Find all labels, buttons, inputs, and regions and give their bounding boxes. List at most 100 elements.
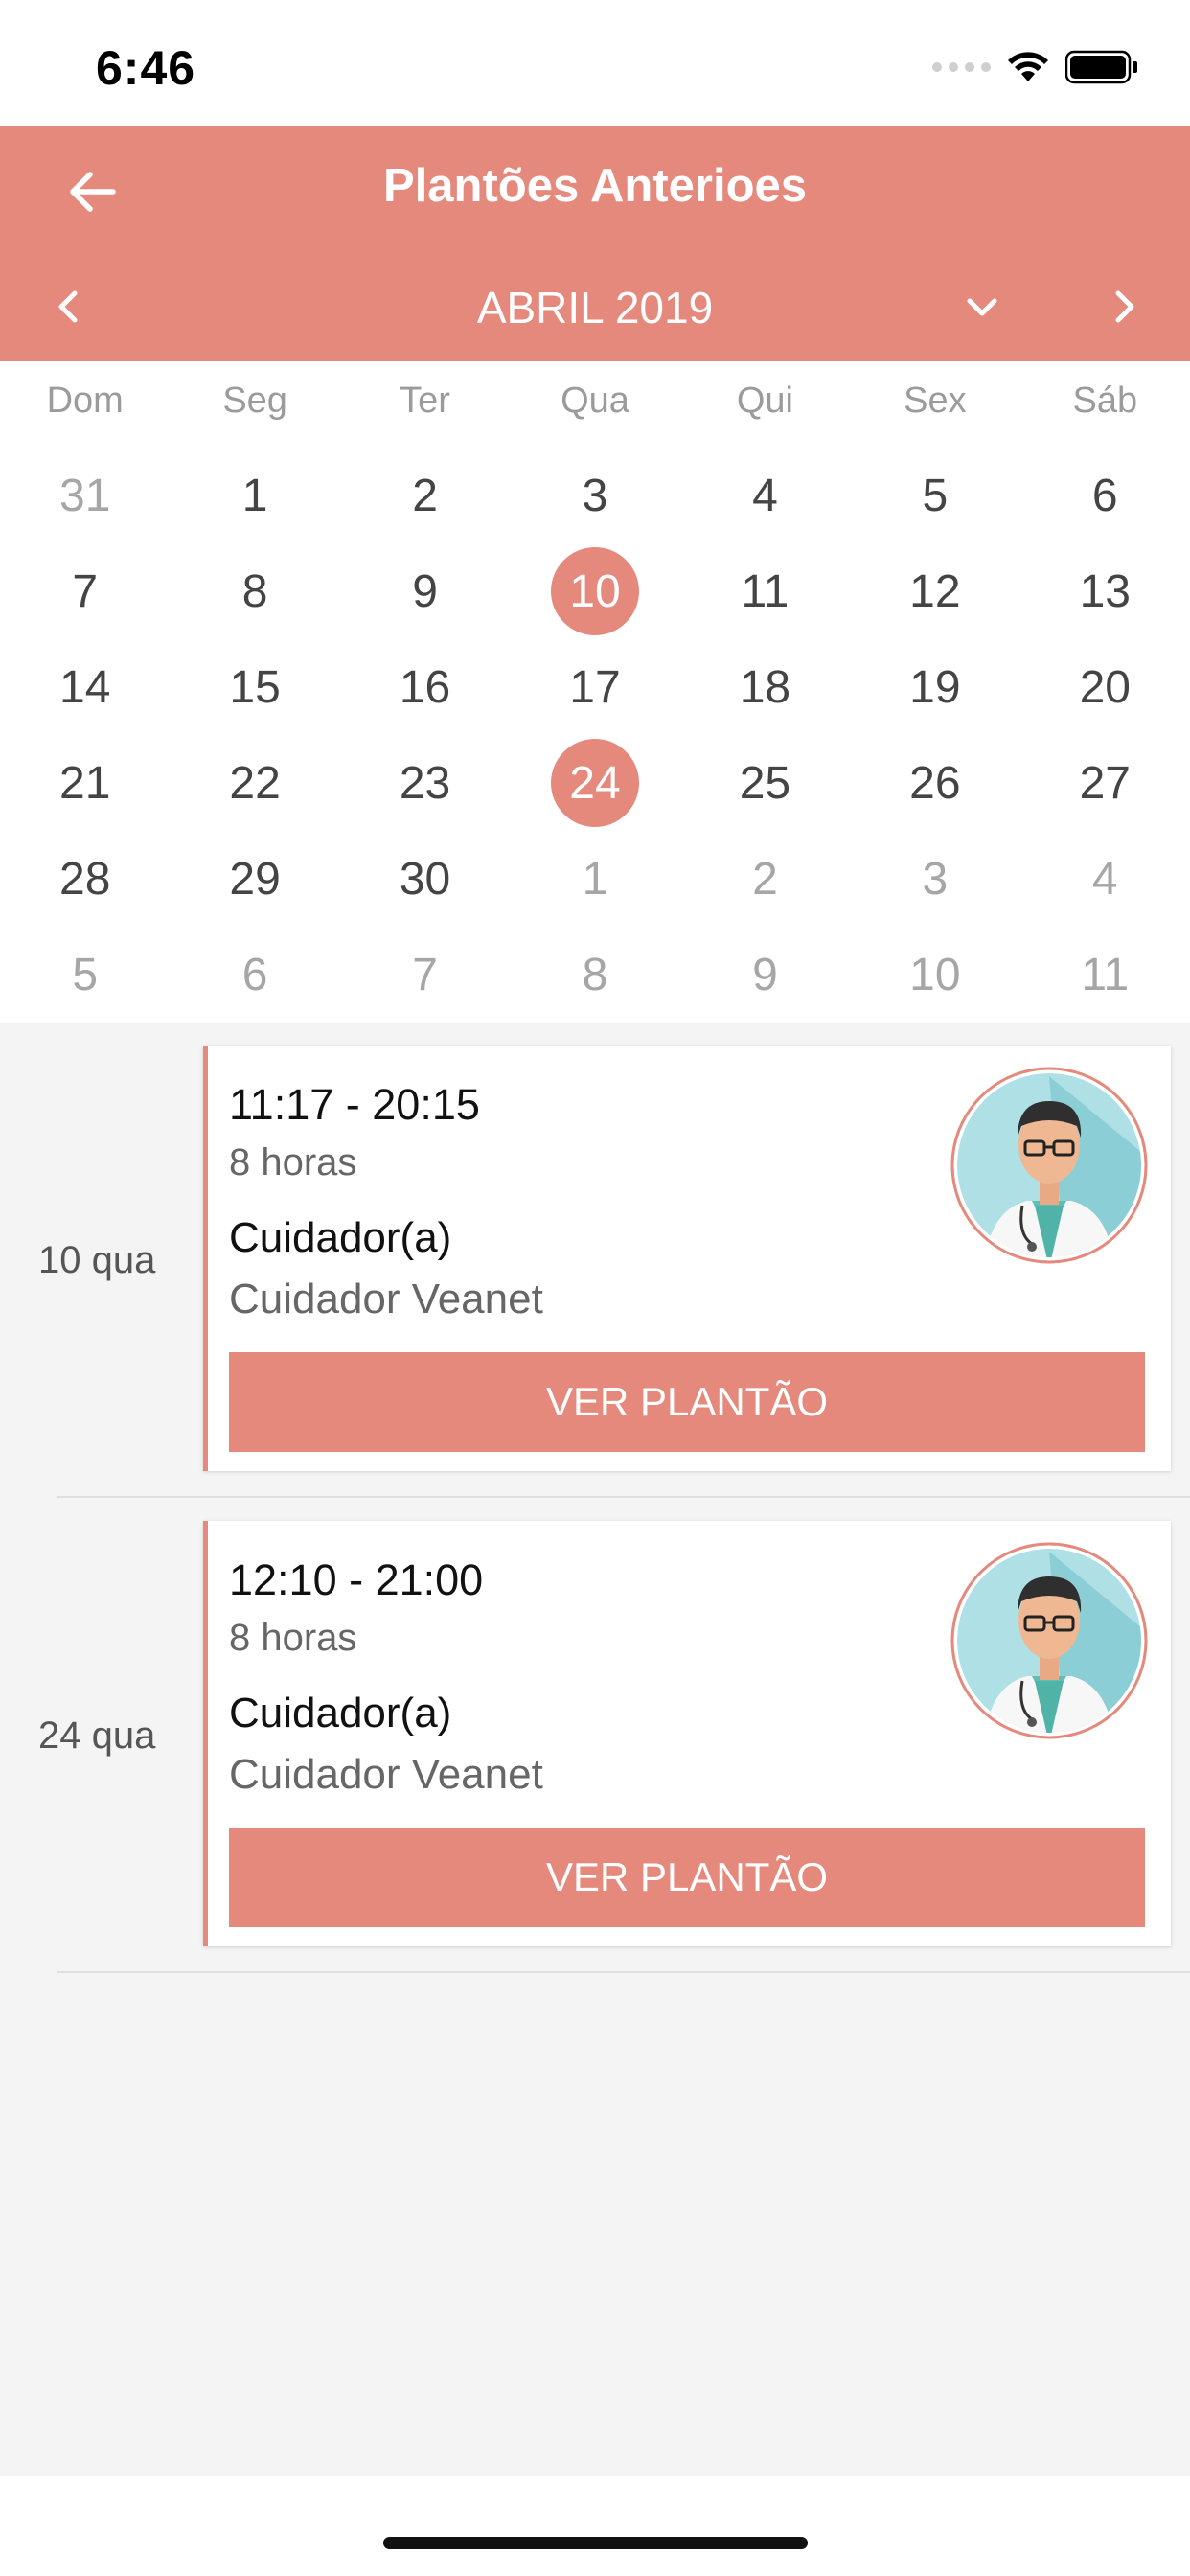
weekday-label: Seg — [222, 380, 287, 421]
calendar-day[interactable]: 5 — [0, 927, 170, 1023]
calendar-day[interactable]: 12 — [850, 543, 1019, 639]
calendar-day[interactable]: 13 — [1020, 543, 1190, 639]
calendar-day-number: 13 — [1079, 565, 1131, 617]
calendar-day[interactable]: 19 — [850, 639, 1019, 735]
calendar-day-number: 4 — [752, 470, 778, 521]
calendar-day[interactable]: 6 — [1020, 448, 1190, 543]
weekday-label: Qua — [561, 380, 629, 421]
calendar-day-number: 11 — [741, 565, 790, 617]
chevron-down-icon[interactable] — [958, 278, 1006, 335]
calendar-day[interactable]: 18 — [680, 639, 850, 735]
calendar-day-number: 2 — [752, 853, 778, 905]
calendar-day-number: 1 — [241, 470, 268, 521]
calendar-day[interactable]: 26 — [850, 735, 1019, 831]
shift-card[interactable]: 11:17 - 20:15 8 horas Cuidador(a) Cuidad… — [203, 1046, 1171, 1471]
shift-card[interactable]: 12:10 - 21:00 8 horas Cuidador(a) Cuidad… — [203, 1521, 1171, 1946]
calendar-day[interactable]: 22 — [170, 735, 339, 831]
view-shift-button[interactable]: VER PLANTÃO — [229, 1828, 1145, 1927]
calendar-day[interactable]: 9 — [340, 543, 510, 639]
calendar-day[interactable]: 30 — [340, 831, 510, 927]
calendar-day[interactable]: 23 — [340, 735, 510, 831]
calendar-day[interactable]: 11 — [680, 543, 850, 639]
page-title: Plantões Anterioes — [382, 160, 808, 212]
calendar-day[interactable]: 14 — [0, 639, 170, 735]
chevron-right-icon[interactable] — [1107, 278, 1145, 335]
calendar-day-number: 31 — [59, 470, 111, 521]
calendar-day-number: 19 — [909, 661, 961, 713]
shift-role: Cuidador(a) — [229, 1214, 452, 1261]
calendar-day-number: 23 — [399, 757, 451, 809]
calendar-day[interactable]: 17 — [510, 639, 679, 735]
calendar-day-number: 22 — [229, 757, 281, 809]
calendar-day[interactable]: 16 — [340, 639, 510, 735]
calendar-day-selected[interactable]: 24 — [510, 735, 679, 831]
calendar-day-number: 29 — [229, 853, 281, 905]
calendar-day[interactable]: 6 — [170, 927, 339, 1023]
calendar-day-number: 4 — [1091, 853, 1118, 905]
calendar-day[interactable]: 2 — [340, 448, 510, 543]
bottom-safe-area — [0, 2476, 1190, 2576]
view-shift-button[interactable]: VER PLANTÃO — [229, 1352, 1145, 1452]
calendar-day[interactable]: 20 — [1020, 639, 1190, 735]
calendar-day[interactable]: 1 — [510, 831, 679, 927]
calendar-day[interactable]: 15 — [170, 639, 339, 735]
calendar-day[interactable]: 9 — [680, 927, 850, 1023]
signal-icon — [932, 62, 991, 72]
calendar-day-number: 10 — [909, 949, 961, 1000]
calendar-day-number: 15 — [229, 661, 281, 713]
status-time: 6:46 — [96, 41, 196, 95]
calendar-day-selected[interactable]: 10 — [510, 543, 679, 639]
calendar-day-number: 1 — [582, 853, 608, 905]
shift-list: 10 qua 11:17 - 20:15 8 horas Cuidador(a)… — [0, 1023, 1190, 2476]
calendar-day-number: 16 — [399, 661, 451, 713]
divider — [57, 1971, 1190, 1973]
weekday-label: Dom — [46, 380, 124, 421]
calendar-day[interactable]: 7 — [0, 543, 170, 639]
doctor-avatar-icon — [950, 1067, 1148, 1264]
calendar-day[interactable]: 2 — [680, 831, 850, 927]
weekday-header: Dom Seg Ter Qua Qui Sex Sáb — [0, 380, 1190, 422]
calendar-day-number: 10 — [550, 547, 639, 635]
calendar-day[interactable]: 31 — [0, 448, 170, 543]
shift-row: 24 qua 12:10 - 21:00 8 horas Cuidador(a)… — [0, 1498, 1190, 1973]
calendar-day-number: 9 — [412, 565, 438, 617]
shift-caregiver-name: Cuidador Veanet — [229, 1276, 543, 1322]
calendar-day-number: 14 — [59, 661, 111, 713]
calendar-day-number: 11 — [1081, 949, 1130, 1000]
month-label[interactable]: ABRIL 2019 — [0, 282, 1190, 334]
calendar-day-number: 2 — [412, 470, 438, 521]
calendar-day[interactable]: 3 — [850, 831, 1019, 927]
shift-caregiver-name: Cuidador Veanet — [229, 1751, 543, 1798]
calendar-day-number: 7 — [72, 565, 99, 617]
calendar-day[interactable]: 3 — [510, 448, 679, 543]
calendar-day[interactable]: 4 — [680, 448, 850, 543]
home-indicator[interactable] — [383, 2537, 808, 2549]
calendar-day[interactable]: 4 — [1020, 831, 1190, 927]
calendar-day-number: 7 — [412, 949, 438, 1000]
calendar-day-number: 3 — [922, 853, 949, 905]
calendar-day-number: 24 — [550, 739, 639, 827]
calendar-day[interactable]: 8 — [510, 927, 679, 1023]
weekday-label: Qui — [736, 380, 793, 421]
calendar-day[interactable]: 27 — [1020, 735, 1190, 831]
calendar-day[interactable]: 25 — [680, 735, 850, 831]
calendar-day[interactable]: 5 — [850, 448, 1019, 543]
shift-role: Cuidador(a) — [229, 1690, 452, 1736]
shift-duration: 8 horas — [229, 1617, 357, 1659]
calendar-day-number: 20 — [1079, 661, 1131, 713]
calendar-day[interactable]: 21 — [0, 735, 170, 831]
calendar-day[interactable]: 10 — [850, 927, 1019, 1023]
shift-date: 10 qua — [38, 1238, 156, 1281]
calendar-day[interactable]: 11 — [1020, 927, 1190, 1023]
calendar-day-number: 21 — [59, 757, 111, 809]
calendar-day-number: 3 — [582, 470, 608, 521]
calendar-day[interactable]: 8 — [170, 543, 339, 639]
calendar-day[interactable]: 28 — [0, 831, 170, 927]
calendar-day[interactable]: 29 — [170, 831, 339, 927]
calendar-day[interactable]: 7 — [340, 927, 510, 1023]
calendar-day-number: 27 — [1079, 757, 1131, 809]
doctor-avatar-icon — [950, 1542, 1148, 1739]
calendar: Dom Seg Ter Qua Qui Sex Sáb 31 1 2 3 4 5 6 7 8 9 1… — [0, 361, 1190, 1023]
calendar-day-number: 6 — [1091, 470, 1118, 521]
calendar-day[interactable]: 1 — [170, 448, 339, 543]
